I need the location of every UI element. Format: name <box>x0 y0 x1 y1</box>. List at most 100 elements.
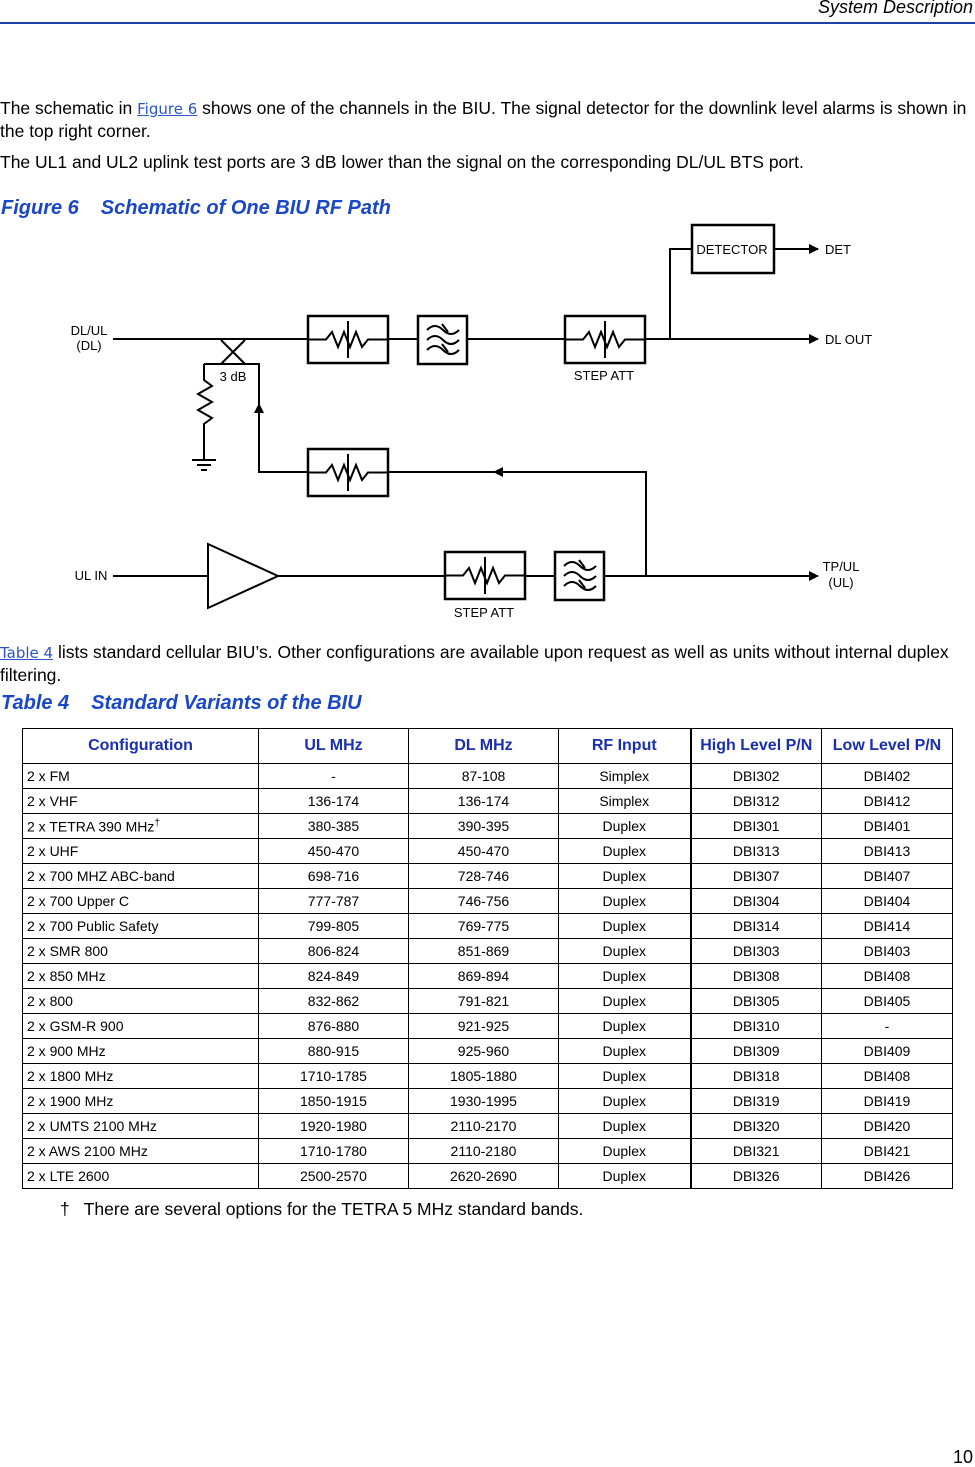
step-attenuator-symbol <box>563 314 647 365</box>
table-cell: 791-821 <box>408 988 559 1014</box>
table-cell: DBI303 <box>689 938 822 964</box>
table-cell: 2 x VHF <box>22 788 259 814</box>
paragraph-3: Table 4 lists standard cellular BIU’s. O… <box>0 642 949 685</box>
table-cell: 2 x 850 MHz <box>22 963 259 989</box>
table-cell: DBI419 <box>821 1088 953 1114</box>
coupler-label: 3 dB <box>220 369 247 384</box>
table-cell: 777-787 <box>258 888 409 914</box>
column-header: Configuration <box>22 728 259 764</box>
table-cell: DBI421 <box>821 1138 953 1164</box>
table-cell: Duplex <box>558 1163 691 1189</box>
table-cell: 799-805 <box>258 913 409 939</box>
table-cell: 2 x 700 Public Safety <box>22 913 259 939</box>
detector-label: DETECTOR <box>696 242 767 257</box>
table-cell: 450-470 <box>408 838 559 864</box>
table-cell: DBI305 <box>689 988 822 1014</box>
table-cell: 2 x 700 MHZ ABC-band <box>22 863 259 889</box>
table-cell: - <box>821 1013 953 1039</box>
table-cell: DBI413 <box>821 838 953 864</box>
table-cell: Duplex <box>558 1038 691 1064</box>
table-cell: 450-470 <box>258 838 409 864</box>
table-cell: Duplex <box>558 1113 691 1139</box>
table-cell: DBI407 <box>821 863 953 889</box>
table-cell: 2 x AWS 2100 MHz <box>22 1138 259 1164</box>
table-cell: DBI307 <box>689 863 822 889</box>
table-cell: 1710-1780 <box>258 1138 409 1164</box>
running-header: System Description <box>817 0 973 17</box>
table-cell: Duplex <box>558 913 691 939</box>
table-row: 2 x LTE 2600 2500-2570 2620-2690 Duplex DBI3… <box>22 1163 953 1189</box>
table-cell: 806-824 <box>258 938 409 964</box>
table-cell: Simplex <box>558 788 691 814</box>
table-4-link[interactable]: Table 4 <box>0 644 53 662</box>
table-cell: DBI301 <box>689 813 822 839</box>
table-cell: 921-925 <box>408 1013 559 1039</box>
table-cell: 728-746 <box>408 863 559 889</box>
table-cell: 380-385 <box>258 813 409 839</box>
table-row: 2 x TETRA 390 MHz† 380-385 390-395 Duplex DB… <box>22 813 953 839</box>
table-row: 2 x 700 Upper C 777-787 746-756 Duplex DBI30… <box>22 888 953 914</box>
table-cell: Duplex <box>558 1138 691 1164</box>
table-cell: DBI401 <box>821 813 953 839</box>
table-cell: 2 x GSM-R 900 <box>22 1013 259 1039</box>
step-att-label: STEP ATT <box>454 605 514 620</box>
table-cell: 832-862 <box>258 988 409 1014</box>
table-cell: 2 x 800 <box>22 988 259 1014</box>
table-cell: 136-174 <box>408 788 559 814</box>
table-row: 2 x UMTS 2100 MHz 1920-1980 2110-2170 Duple… <box>22 1113 953 1139</box>
table-cell: 1920-1980 <box>258 1113 409 1139</box>
table-cell: DBI319 <box>689 1088 822 1114</box>
table-cell: Duplex <box>558 813 691 839</box>
table-row: 2 x 1900 MHz 1850-1915 1930-1995 Duplex DBI3… <box>22 1088 953 1114</box>
table-cell: Simplex <box>558 763 691 789</box>
table-header-row: Configuration UL MHz DL MHz RF Input High Le… <box>22 728 953 764</box>
table-cell: DBI321 <box>689 1138 822 1164</box>
table-row: 2 x 900 MHz 880-915 925-960 Duplex DBI309 DBI… <box>22 1038 953 1064</box>
table-cell: 2 x TETRA 390 MHz† <box>22 813 259 839</box>
det-label: DET <box>825 242 851 257</box>
table-cell: DBI312 <box>689 788 822 814</box>
table-cell: DBI314 <box>689 913 822 939</box>
table-cell: DBI308 <box>689 963 822 989</box>
paragraph-1: The schematic in Figure 6 shows one of t… <box>0 98 967 141</box>
table-row: 2 x SMR 800 806-824 851-869 Duplex DBI303 DBI… <box>22 938 953 964</box>
table-cell: DBI420 <box>821 1113 953 1139</box>
ul-in-label: UL IN <box>75 568 108 583</box>
table-cell: 824-849 <box>258 963 409 989</box>
table-cell: Duplex <box>558 863 691 889</box>
attenuator-symbol <box>306 314 390 365</box>
table-cell: DBI313 <box>689 838 822 864</box>
table-row: 2 x 850 MHz 824-849 869-894 Duplex DBI308 DBI… <box>22 963 953 989</box>
table-cell: Duplex <box>558 1088 691 1114</box>
figure-6-link[interactable]: Figure 6 <box>137 100 197 118</box>
table-cell: 2 x 1900 MHz <box>22 1088 259 1114</box>
table-cell: 698-716 <box>258 863 409 889</box>
dl-label: (DL) <box>76 338 101 353</box>
table-row: 2 x 1800 MHz 1710-1785 1805-1880 Duplex DBI3… <box>22 1063 953 1089</box>
table-row: 2 x FM -87-108 Simplex DBI302 DBI402 <box>22 763 953 789</box>
document-page: System Description The schematic in Figu… <box>0 0 975 1467</box>
table-cell: DBI408 <box>821 963 953 989</box>
table-cell: DBI412 <box>821 788 953 814</box>
ul-label: (UL) <box>828 575 853 590</box>
attenuator-symbol <box>306 447 390 498</box>
table-cell: 746-756 <box>408 888 559 914</box>
table-cell: 2 x 1800 MHz <box>22 1063 259 1089</box>
table-footnote: † There are several options for the TETRA… <box>60 1199 584 1219</box>
table-cell: DBI310 <box>689 1013 822 1039</box>
table-cell: Duplex <box>558 1063 691 1089</box>
column-header: UL MHz <box>258 728 409 764</box>
step-att-label: STEP ATT <box>574 368 634 383</box>
table-cell: 2 x UHF <box>22 838 259 864</box>
table-cell: DBI320 <box>689 1113 822 1139</box>
table-row: 2 x VHF 136-174 136-174 Simplex DBI312 DBI412 <box>22 788 953 814</box>
table-cell: 876-880 <box>258 1013 409 1039</box>
table-cell: 2 x 700 Upper C <box>22 888 259 914</box>
table-cell: DBI326 <box>689 1163 822 1189</box>
table-cell: DBI426 <box>821 1163 953 1189</box>
column-header: RF Input <box>558 728 691 764</box>
table-cell: 390-395 <box>408 813 559 839</box>
table-cell: 2 x FM <box>22 763 259 789</box>
table-row: 2 x 700 Public Safety 799-805 769-775 Duple… <box>22 913 953 939</box>
filter-symbol <box>416 314 469 366</box>
